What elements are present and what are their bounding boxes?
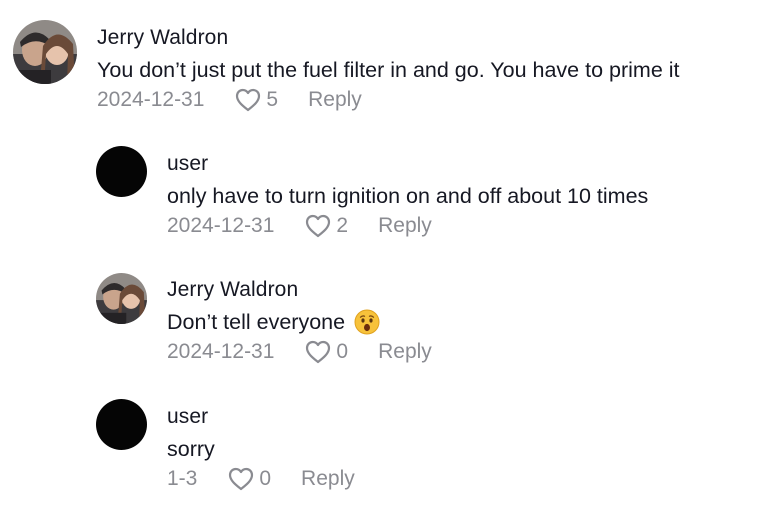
profile-photo-icon [96, 273, 147, 324]
heart-icon [306, 214, 331, 238]
comment-text: You don’t just put the fuel filter in an… [97, 58, 680, 82]
like-count: 5 [266, 88, 279, 111]
comment-date: 1-3 [167, 467, 198, 490]
comment-date: 2024-12-31 [167, 340, 275, 363]
avatar[interactable] [96, 146, 147, 197]
avatar[interactable] [13, 20, 77, 84]
profile-photo-icon [13, 20, 77, 84]
comment-meta: 2024-12-31 0 Reply [167, 339, 432, 365]
like-count: 0 [336, 340, 349, 363]
hushed-face-emoji-icon [354, 309, 380, 335]
comment-text: sorry [167, 437, 215, 461]
comment-username[interactable]: user [167, 151, 648, 177]
comment-meta: 2024-12-31 2 Reply [167, 213, 648, 239]
reply-button[interactable]: Reply [378, 339, 432, 365]
avatar[interactable] [96, 399, 147, 450]
heart-icon [229, 467, 254, 491]
comment-username[interactable]: user [167, 404, 355, 430]
comment-username[interactable]: Jerry Waldron [167, 277, 432, 303]
heart-icon [236, 88, 261, 112]
like-button[interactable]: 0 [227, 466, 271, 492]
reply-button[interactable]: Reply [308, 87, 362, 113]
reply-button[interactable]: Reply [378, 213, 432, 239]
comment-text: only have to turn ignition on and off ab… [167, 184, 649, 208]
comment-text: Don’t tell everyone [167, 309, 432, 335]
like-button[interactable]: 5 [234, 87, 278, 113]
comment-username[interactable]: Jerry Waldron [97, 25, 680, 51]
like-count: 0 [259, 467, 272, 490]
comment-meta: 1-3 0 Reply [167, 466, 355, 492]
comment-meta: 2024-12-31 5 Reply [97, 87, 680, 113]
like-button[interactable]: 0 [304, 339, 348, 365]
like-count: 2 [336, 214, 349, 237]
like-button[interactable]: 2 [304, 213, 348, 239]
comment-date: 2024-12-31 [167, 214, 275, 237]
comment-date: 2024-12-31 [97, 88, 205, 111]
heart-icon [306, 340, 331, 364]
reply-button[interactable]: Reply [301, 466, 355, 492]
avatar[interactable] [96, 273, 147, 324]
